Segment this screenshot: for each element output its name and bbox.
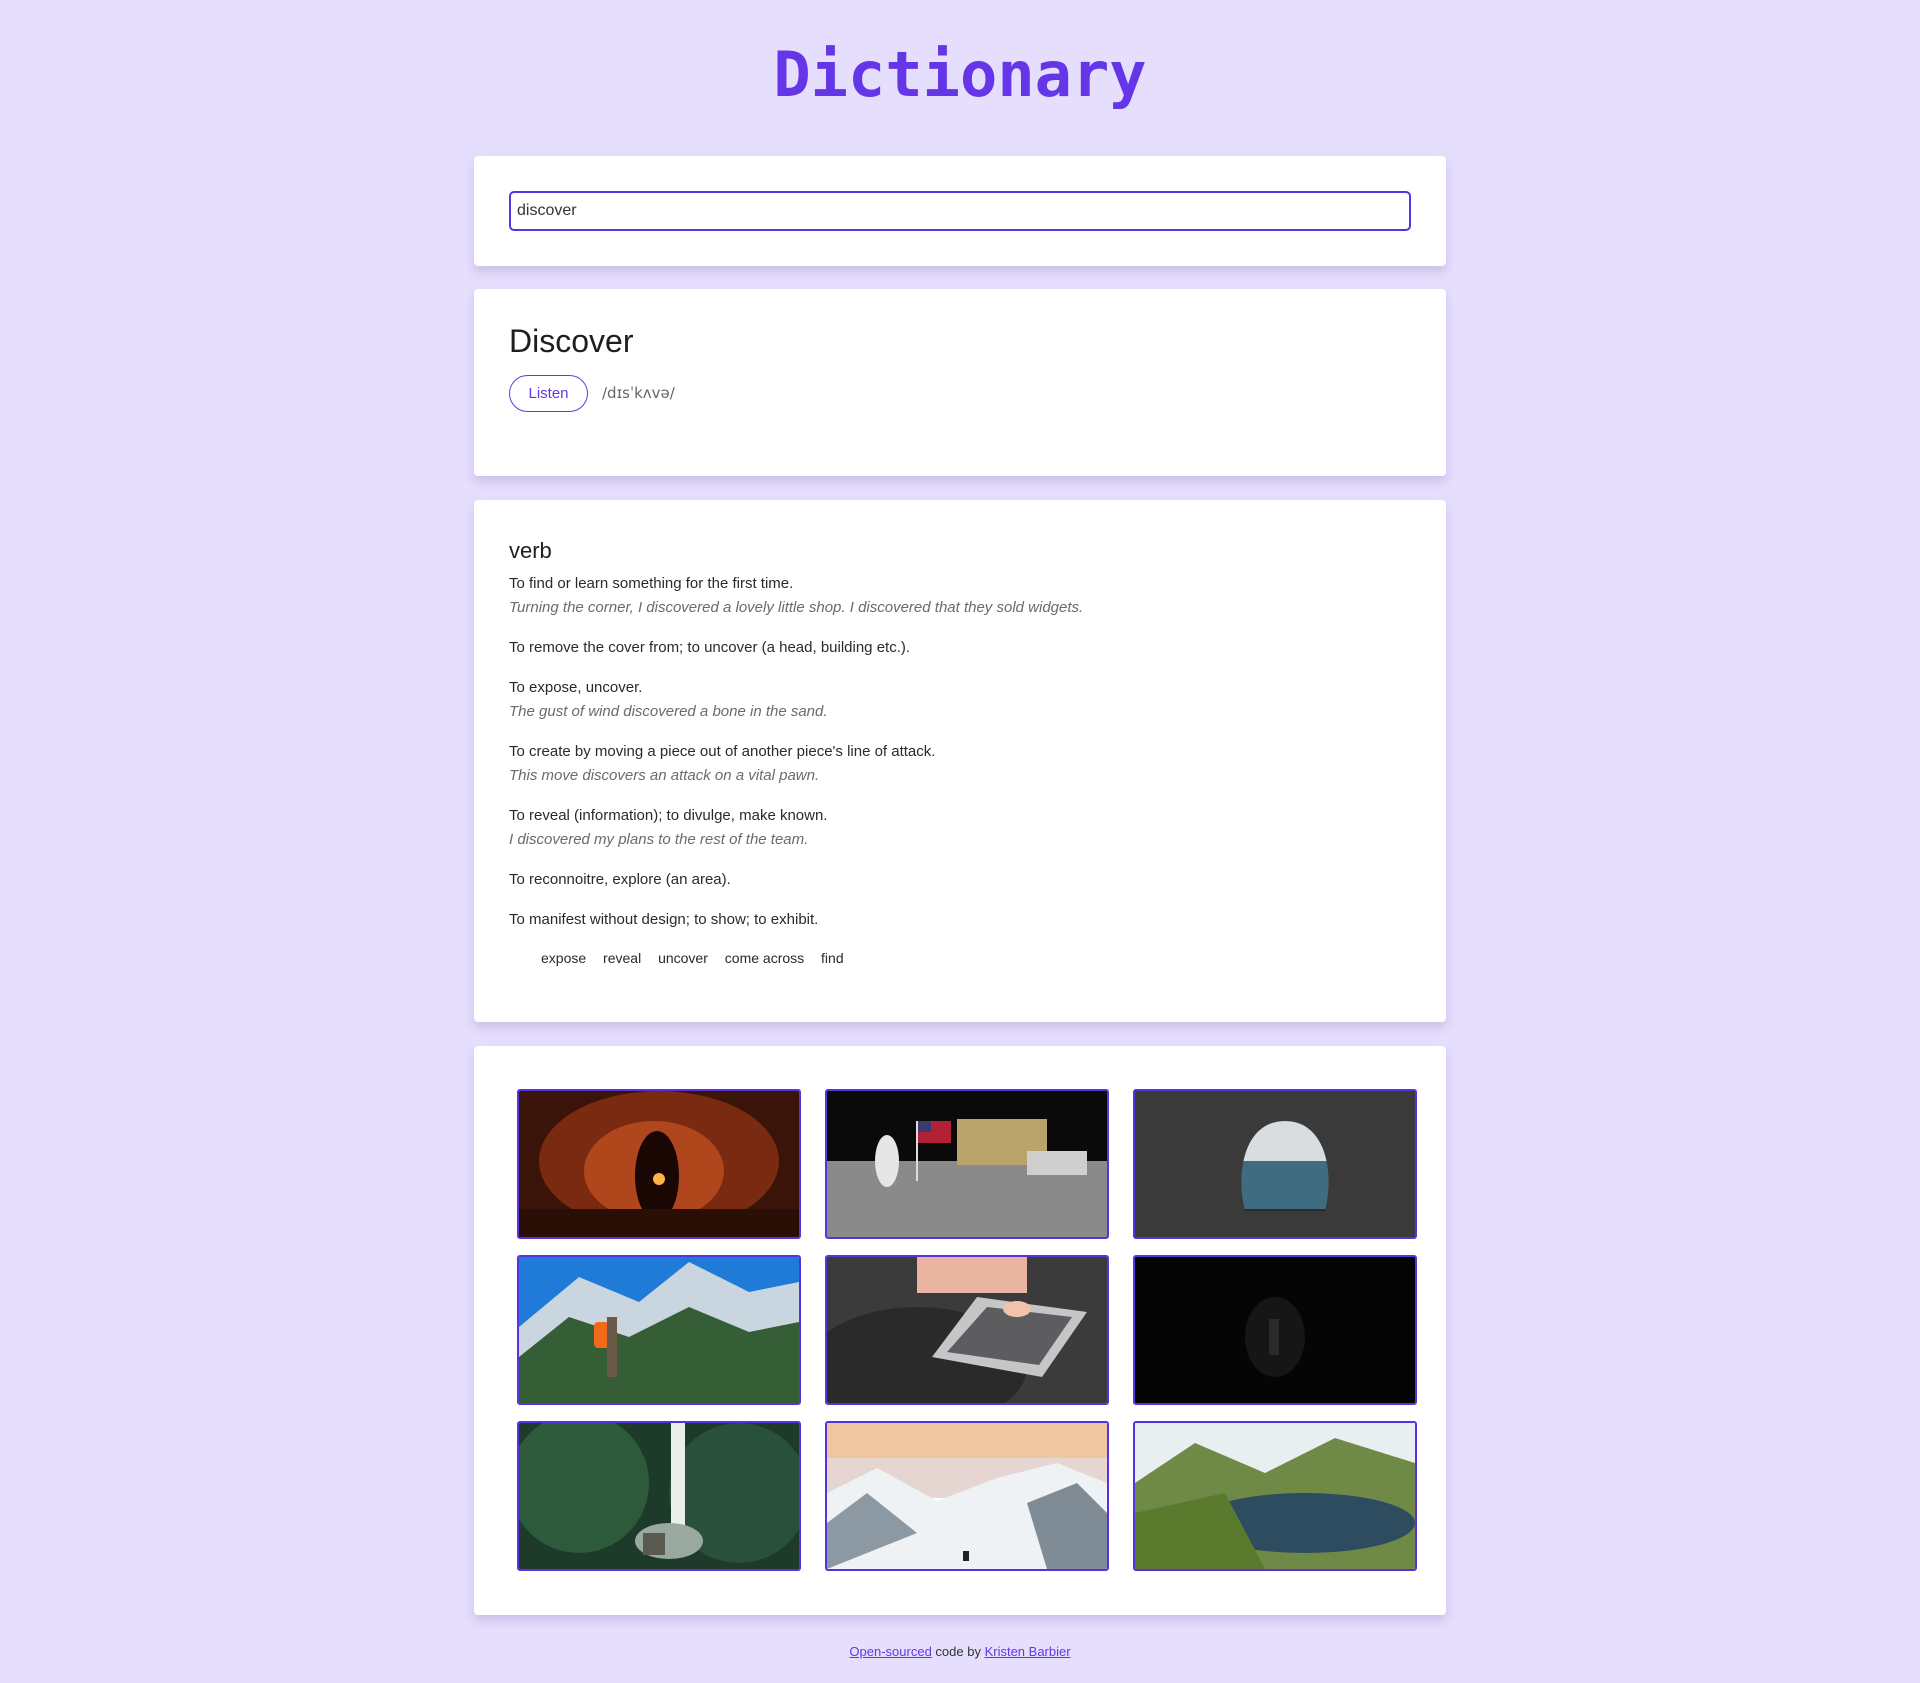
photo-moon-landing[interactable] xyxy=(825,1089,1109,1239)
footer-text: code by xyxy=(931,1644,985,1659)
footer: Open-sourced code by Kristen Barbier xyxy=(0,1644,1920,1659)
synonym: expose xyxy=(541,950,587,966)
definition-example: This move discovers an attack on a vital… xyxy=(509,767,820,784)
page-title: Dictionary xyxy=(773,38,1147,111)
definition-example: I discovered my plans to the rest of the… xyxy=(509,831,809,848)
definition-item: To manifest without design; to show; to … xyxy=(509,908,1409,932)
definition-text: To manifest without design; to show; to … xyxy=(509,911,819,928)
definition-item: To reveal (information); to divulge, mak… xyxy=(509,804,1409,852)
definition-text: To find or learn something for the first… xyxy=(509,575,794,592)
definition-list: To find or learn something for the first… xyxy=(509,572,1409,948)
definition-example: The gust of wind discovered a bone in th… xyxy=(509,703,828,720)
definition-text: To reveal (information); to divulge, mak… xyxy=(509,807,828,824)
synonym: come across xyxy=(724,950,805,966)
author-link[interactable]: Kristen Barbier xyxy=(985,1644,1071,1659)
photo-sea-cave[interactable] xyxy=(1133,1089,1417,1239)
definition-text: To remove the cover from; to uncover (a … xyxy=(509,639,911,656)
headword: Discover xyxy=(509,323,634,359)
definition-item: To reconnoitre, explore (an area). xyxy=(509,868,1409,892)
photo-dark-cave[interactable] xyxy=(1133,1255,1417,1405)
photo-cave-torch[interactable] xyxy=(517,1089,801,1239)
open-source-link[interactable]: Open-sourced xyxy=(849,1644,931,1659)
synonym: find xyxy=(821,950,844,966)
definition-text: To expose, uncover. xyxy=(509,679,643,696)
search-card xyxy=(474,156,1446,266)
phonetic-text: /dɪsˈkʌvə/ xyxy=(602,384,675,402)
definition-item: To create by moving a piece out of anoth… xyxy=(509,740,1409,788)
search-input[interactable] xyxy=(509,191,1411,231)
synonym: reveal xyxy=(603,950,642,966)
photo-grid xyxy=(517,1089,1417,1571)
photo-snowy-peaks[interactable] xyxy=(825,1421,1109,1571)
meaning-card: verb To find or learn something for the … xyxy=(474,500,1446,1022)
definition-item: To expose, uncover. The gust of wind dis… xyxy=(509,676,1409,724)
definition-text: To create by moving a piece out of anoth… xyxy=(509,743,936,760)
definition-text: To reconnoitre, explore (an area). xyxy=(509,871,731,888)
definition-item: To remove the cover from; to uncover (a … xyxy=(509,636,1409,660)
synonym-list: expose reveal uncover come across find xyxy=(541,950,857,966)
synonym: uncover xyxy=(658,950,708,966)
photo-laptop-typing[interactable] xyxy=(825,1255,1109,1405)
photo-waterfall-forest[interactable] xyxy=(517,1421,801,1571)
photo-green-lake[interactable] xyxy=(1133,1421,1417,1571)
definition-item: To find or learn something for the first… xyxy=(509,572,1409,620)
part-of-speech: verb xyxy=(509,538,552,563)
definition-example: Turning the corner, I discovered a lovel… xyxy=(509,599,1084,616)
photos-card xyxy=(474,1046,1446,1615)
listen-button[interactable]: Listen xyxy=(509,375,588,412)
word-card: Discover Listen /dɪsˈkʌvə/ xyxy=(474,289,1446,476)
photo-mountain-hiker[interactable] xyxy=(517,1255,801,1405)
